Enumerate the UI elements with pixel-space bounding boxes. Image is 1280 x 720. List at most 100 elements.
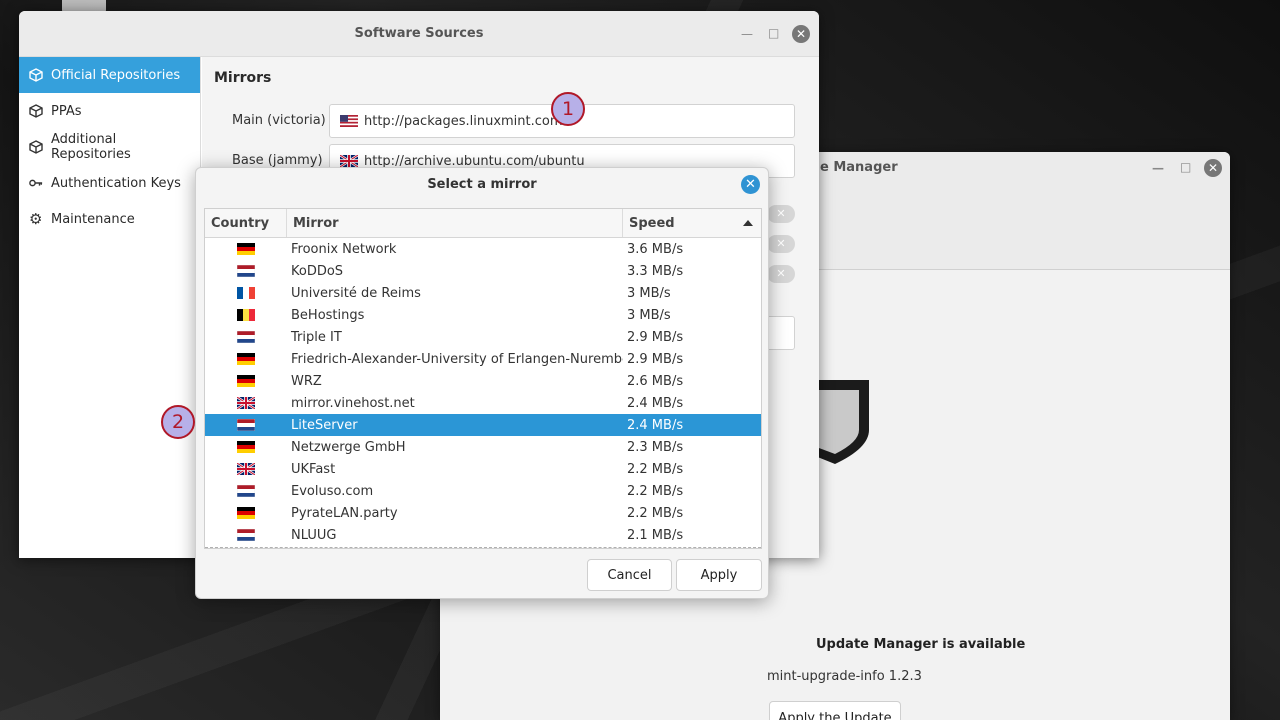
table-header: Country Mirror Speed (205, 209, 761, 238)
apply-update-button[interactable]: Apply the Update (769, 701, 901, 720)
mirror-cell: PyrateLAN.party (291, 505, 398, 521)
speed-cell: 2.9 MB/s (627, 351, 684, 367)
column-label: Mirror (293, 215, 339, 231)
remove-icon[interactable]: ✕ (767, 265, 795, 283)
speed-cell: 2.2 MB/s (627, 483, 684, 499)
country-cell (205, 243, 287, 255)
speed-cell: 2.1 MB/s (627, 527, 684, 543)
country-cell (205, 529, 287, 541)
mirror-cell: BeHostings (291, 307, 365, 323)
column-header-country[interactable]: Country (205, 209, 287, 237)
nl-flag-icon (237, 529, 255, 541)
minimize-icon[interactable]: — (741, 27, 753, 41)
table-row[interactable]: WRZ 2.6 MB/s (205, 370, 761, 392)
update-manager-title: e Manager (820, 160, 898, 175)
table-row[interactable]: PyrateLAN.party 2.2 MB/s (205, 502, 761, 524)
column-header-speed[interactable]: Speed (623, 209, 761, 237)
table-row[interactable]: Netzwerge GmbH 2.3 MB/s (205, 436, 761, 458)
table-row[interactable]: mirror.vinehost.net 2.4 MB/s (205, 392, 761, 414)
shield-icon (815, 380, 869, 464)
table-row[interactable]: Froonix Network 3.6 MB/s (205, 238, 761, 260)
select-mirror-dialog: Select a mirror ✕ Country Mirror Speed F… (195, 167, 769, 599)
mirror-cell: NLUUG (291, 527, 337, 543)
package-icon (29, 68, 43, 82)
sort-ascending-icon (743, 220, 753, 226)
sidebar-item-label: Maintenance (51, 211, 135, 227)
de-flag-icon (237, 243, 255, 255)
sidebar-item-label: PPAs (51, 103, 82, 119)
apply-button[interactable]: Apply (676, 559, 762, 591)
close-icon[interactable]: ✕ (1204, 159, 1222, 177)
nl-flag-icon (237, 331, 255, 343)
sidebar-item-official-repositories[interactable]: Official Repositories (19, 57, 200, 93)
sidebar-item-ppas[interactable]: PPAs (19, 93, 200, 129)
remove-icon[interactable]: ✕ (767, 205, 795, 223)
de-flag-icon (237, 375, 255, 387)
gb-flag-icon (340, 155, 358, 167)
mirror-cell: Netzwerge GmbH (291, 439, 406, 455)
table-row[interactable]: BeHostings 3 MB/s (205, 304, 761, 326)
mirror-cell: Université de Reims (291, 285, 421, 301)
cancel-button[interactable]: Cancel (587, 559, 672, 591)
update-available-message: Update Manager is available (816, 637, 1026, 652)
maximize-icon[interactable]: □ (768, 26, 779, 40)
table-row[interactable]: Friedrich-Alexander-University of Erlang… (205, 348, 761, 370)
mirror-cell: WRZ (291, 373, 322, 389)
gb-flag-icon (237, 397, 255, 409)
table-row[interactable]: Evoluso.com 2.2 MB/s (205, 480, 761, 502)
be-flag-icon (237, 309, 255, 321)
close-icon[interactable]: ✕ (792, 25, 810, 43)
nl-flag-icon (237, 485, 255, 497)
country-cell (205, 463, 287, 475)
us-flag-icon (340, 115, 358, 127)
country-cell (205, 265, 287, 277)
mirror-cell: KoDDoS (291, 263, 344, 279)
main-mirror-url: http://packages.linuxmint.com (364, 113, 563, 129)
window-title: Software Sources (354, 26, 484, 41)
mirror-cell: Froonix Network (291, 241, 397, 257)
software-sources-titlebar: Software Sources — □ ✕ (19, 11, 819, 57)
remove-icon[interactable]: ✕ (767, 235, 795, 253)
table-row[interactable]: LiteServer 2.4 MB/s (205, 414, 761, 436)
column-header-mirror[interactable]: Mirror (287, 209, 623, 237)
column-label: Speed (629, 215, 675, 231)
sidebar-item-label: Official Repositories (51, 67, 181, 83)
sidebar-item-authentication-keys[interactable]: Authentication Keys (19, 165, 200, 201)
speed-cell: 2.4 MB/s (627, 395, 684, 411)
minimize-icon[interactable]: — (1152, 161, 1164, 175)
speed-cell: 3.3 MB/s (627, 263, 684, 279)
annotation-badge-1: 1 (551, 92, 585, 126)
speed-cell: 2.9 MB/s (627, 329, 684, 345)
close-icon[interactable]: ✕ (741, 175, 760, 194)
dialog-titlebar: Select a mirror ✕ (196, 168, 768, 200)
country-cell (205, 331, 287, 343)
sidebar-item-maintenance[interactable]: ⚙ Maintenance (19, 201, 200, 237)
mirror-table: Country Mirror Speed Froonix Network 3.6 … (204, 208, 762, 549)
country-cell (205, 309, 287, 321)
country-cell (205, 353, 287, 365)
sidebar-item-label: Additional Repositories (51, 132, 131, 162)
de-flag-icon (237, 353, 255, 365)
package-icon (29, 104, 43, 118)
speed-cell: 2.4 MB/s (627, 417, 684, 433)
gb-flag-icon (237, 463, 255, 475)
country-cell (205, 419, 287, 431)
speed-cell: 2.3 MB/s (627, 439, 684, 455)
country-cell (205, 375, 287, 387)
speed-cell: 2.2 MB/s (627, 461, 684, 477)
table-row[interactable]: Triple IT 2.9 MB/s (205, 326, 761, 348)
maximize-icon[interactable]: □ (1180, 160, 1191, 174)
scroll-boundary (205, 547, 761, 548)
main-mirror-label: Main (victoria) (232, 113, 326, 128)
mirrors-heading: Mirrors (214, 70, 272, 86)
country-cell (205, 287, 287, 299)
sidebar-item-additional-repositories[interactable]: Additional Repositories (19, 129, 200, 165)
table-row[interactable]: Université de Reims 3 MB/s (205, 282, 761, 304)
key-icon (29, 179, 43, 187)
table-row[interactable]: UKFast 2.2 MB/s (205, 458, 761, 480)
table-row[interactable]: NLUUG 2.1 MB/s (205, 524, 761, 546)
country-cell (205, 397, 287, 409)
speed-cell: 3.6 MB/s (627, 241, 684, 257)
table-row[interactable]: KoDDoS 3.3 MB/s (205, 260, 761, 282)
de-flag-icon (237, 507, 255, 519)
